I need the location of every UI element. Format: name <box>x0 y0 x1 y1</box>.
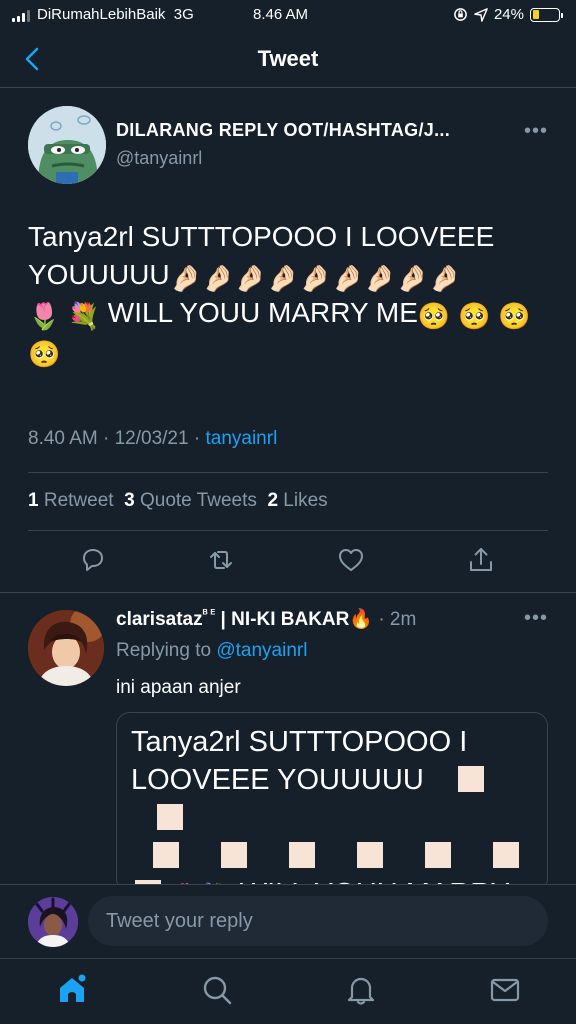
pleading-face-emoji: 🥺 <box>458 301 491 331</box>
status-bar: DiRumahLebihBaik 3G 8.46 AM 24% <box>0 0 576 34</box>
my-avatar[interactable] <box>28 897 78 947</box>
messages-icon[interactable] <box>488 973 522 1007</box>
likes-stat[interactable]: 2 Likes <box>267 490 327 511</box>
tweet-text-line2: YOUUUUU <box>28 259 170 290</box>
pinched-fingers-emoji: 🤌🏻 <box>169 263 202 293</box>
battery-icon <box>530 7 563 22</box>
missing-glyph-box <box>221 842 247 868</box>
divider <box>28 472 548 473</box>
pleading-face-emoji: 🥺 <box>498 301 531 331</box>
tweet-stats: 1 Retweet 3 Quote Tweets 2 Likes <box>28 490 328 512</box>
search-icon[interactable] <box>200 973 234 1007</box>
pinched-fingers-emoji: 🤌🏻 <box>266 263 300 293</box>
status-time: 8.46 AM <box>253 6 309 23</box>
location-arrow-icon <box>474 7 488 22</box>
author-avatar[interactable] <box>28 106 106 184</box>
like-icon[interactable] <box>336 545 366 575</box>
tweet-meta: 8.40 AM · 12/03/21 · tanyainrl <box>28 428 278 449</box>
more-options-icon[interactable]: ••• <box>524 120 548 143</box>
divider <box>0 592 576 593</box>
pinched-fingers-emoji: 🤌🏻 <box>428 263 461 293</box>
battery-percent: 24% <box>493 6 524 23</box>
more-options-icon[interactable]: ••• <box>524 607 548 630</box>
fire-emoji: 🔥 <box>349 609 374 630</box>
missing-glyph-box <box>157 804 183 830</box>
battery-level <box>532 10 539 19</box>
tweet-date: 12/03/21 <box>114 428 189 449</box>
quoted-tweet-text: Tanya2rl SUTTTOPOOO I LOOVEEE YOUUUUU 🌷💐… <box>131 723 547 891</box>
pleading-face-emoji: 🥺 <box>417 301 451 331</box>
orientation-lock-icon <box>454 8 467 21</box>
pinched-fingers-emoji: 🤌🏻 <box>396 263 429 293</box>
reply-text: ini apaan anjer <box>116 677 241 698</box>
reply-composer <box>0 884 576 958</box>
retweet-icon[interactable] <box>206 545 236 575</box>
missing-glyph-box <box>425 842 451 868</box>
pinched-fingers-emoji: 🤌🏻 <box>201 263 235 293</box>
notifications-icon[interactable] <box>344 973 378 1007</box>
author-name[interactable]: DILARANG REPLY OOT/HASHTAG/J... <box>116 120 450 141</box>
reply-input[interactable] <box>88 896 548 946</box>
header-bar: Tweet <box>0 34 576 88</box>
page-title: Tweet <box>257 46 319 71</box>
share-icon[interactable] <box>466 545 496 575</box>
tweet-text-line1: Tanya2rl SUTTTOPOOO I LOOVEEE <box>28 221 495 252</box>
pinched-fingers-emoji: 🤌🏻 <box>331 263 364 293</box>
carrier-label: DiRumahLebihBaik 3G <box>37 6 194 23</box>
reply-icon[interactable] <box>78 545 108 575</box>
pinched-fingers-emoji: 🤌🏻 <box>234 263 267 293</box>
tweet-source-link[interactable]: tanyainrl <box>205 428 277 449</box>
retweets-stat[interactable]: 1 Retweet <box>28 490 114 511</box>
pleading-face-emoji: 🥺 <box>28 339 61 369</box>
pinched-fingers-emoji-row: 🤌🏻🤌🏻🤌🏻🤌🏻🤌🏻🤌🏻🤌🏻🤌🏻🤌🏻 <box>169 259 461 293</box>
home-icon[interactable] <box>55 973 89 1007</box>
missing-glyph-box <box>153 842 179 868</box>
replying-to-handle[interactable]: @tanyainrl <box>216 640 307 661</box>
signal-icon <box>12 10 30 22</box>
quote-tweets-stat[interactable]: 3 Quote Tweets <box>124 490 257 511</box>
reply-author-avatar[interactable] <box>28 610 104 686</box>
tweet-text: Tanya2rl SUTTTOPOOO I LOOVEEE YOUUUUU🤌🏻🤌… <box>28 218 552 370</box>
missing-glyph-box <box>289 842 315 868</box>
tweet-actions <box>0 545 576 585</box>
replying-to: Replying to @tanyainrl <box>116 640 308 661</box>
tweet-time: 8.40 AM <box>28 428 98 449</box>
reply-time: · 2m <box>378 609 417 630</box>
quoted-tweet-card[interactable]: Tanya2rl SUTTTOPOOO I LOOVEEE YOUUUUU 🌷💐… <box>116 712 548 892</box>
flower-emojis: 🌷 💐 <box>28 301 100 331</box>
missing-glyph-box <box>457 766 484 792</box>
divider <box>28 530 548 531</box>
missing-glyph-box <box>357 842 383 868</box>
reply-author-name[interactable]: clarisatazᴮ ᴱ | NI-KI BAKAR🔥 · 2m <box>116 607 416 631</box>
tweet-text-line3: WILL YOUU MARRY ME <box>99 297 418 328</box>
pinched-fingers-emoji: 🤌🏻 <box>363 263 397 293</box>
bottom-tab-bar <box>0 958 576 1024</box>
author-handle[interactable]: @tanyainrl <box>116 148 202 169</box>
missing-glyph-box <box>493 842 519 868</box>
pinched-fingers-emoji: 🤌🏻 <box>299 263 332 293</box>
